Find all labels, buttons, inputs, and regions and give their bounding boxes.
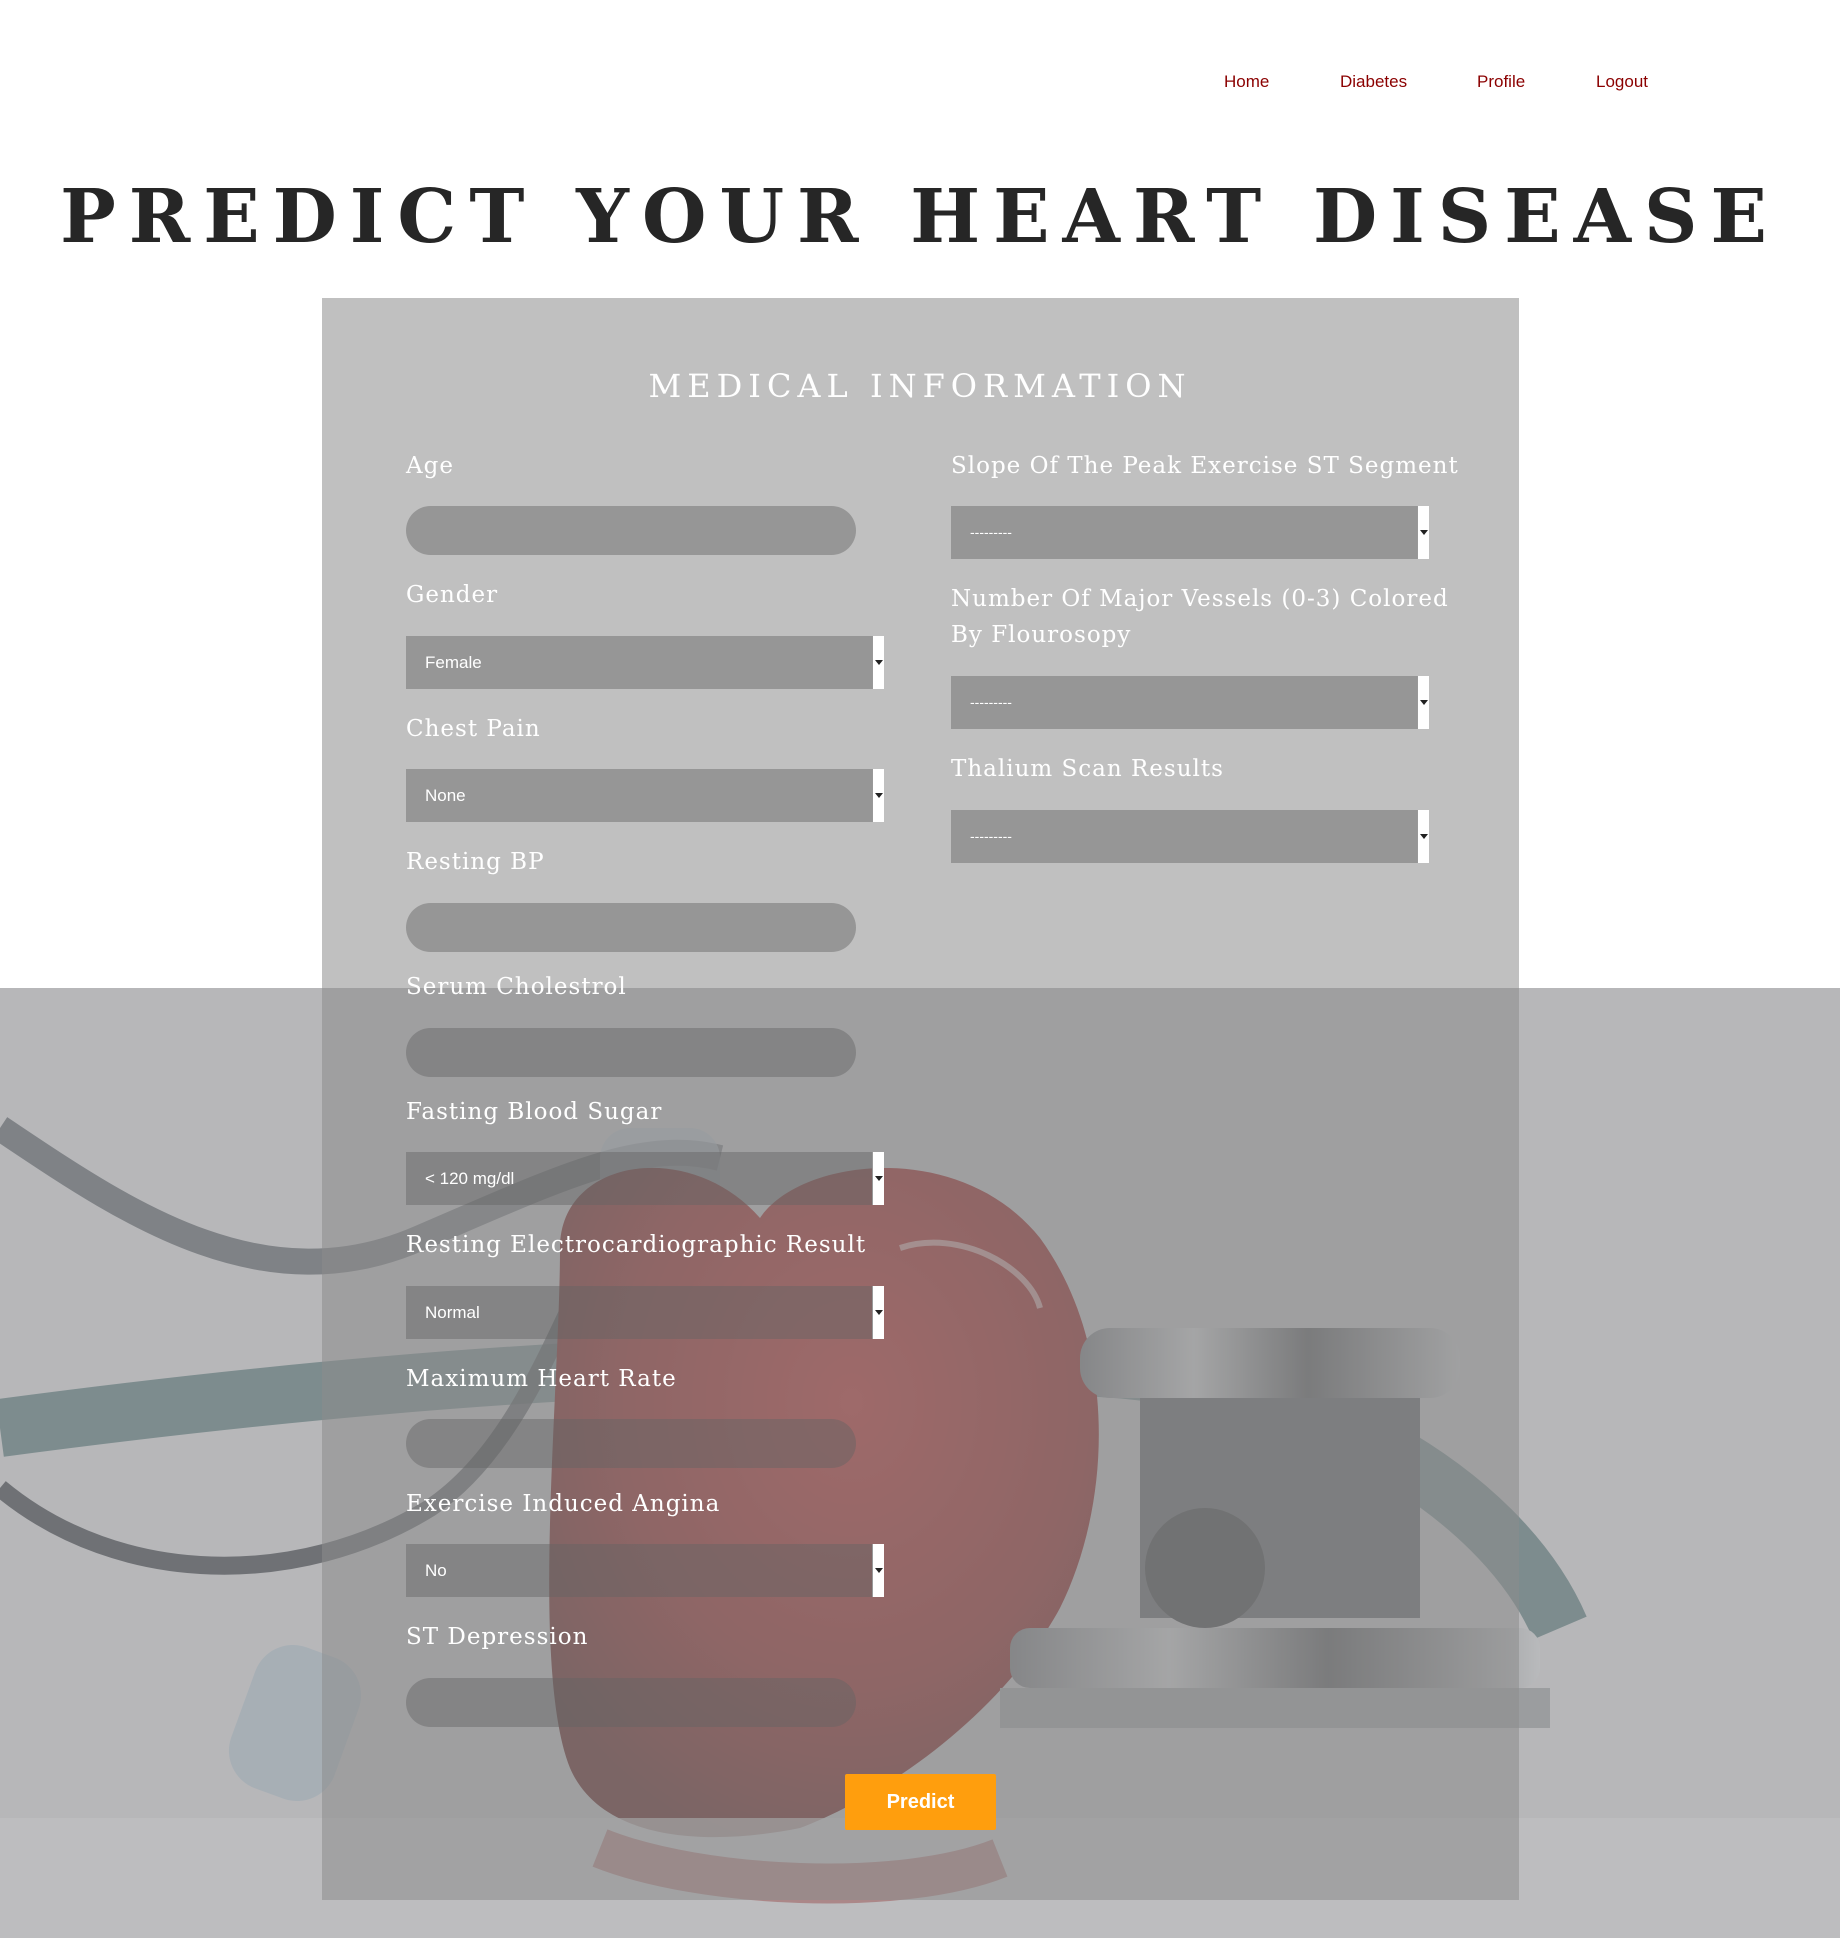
gender-select-value: Female <box>425 653 482 672</box>
max-heart-rate-label: Maximum Heart Rate <box>406 1366 677 1392</box>
slope-select[interactable]: --------- <box>951 506 1429 559</box>
resting-bp-input[interactable] <box>406 903 856 952</box>
major-vessels-label-line2: By Flourosopy <box>951 622 1132 648</box>
nav-home-link[interactable]: Home <box>1224 72 1269 92</box>
resting-ecg-select-value: Normal <box>425 1303 480 1322</box>
chevron-down-icon[interactable] <box>1417 810 1429 863</box>
chest-pain-select[interactable]: None <box>406 769 884 822</box>
serum-cholestrol-input[interactable] <box>406 1028 856 1077</box>
resting-bp-label: Resting BP <box>406 849 545 875</box>
max-heart-rate-input[interactable] <box>406 1419 856 1468</box>
nav-profile-link[interactable]: Profile <box>1477 72 1525 92</box>
predict-button[interactable]: Predict <box>845 1774 996 1830</box>
page-title: PREDICT YOUR HEART DISEASE <box>60 174 1780 260</box>
chevron-down-icon[interactable] <box>1417 506 1429 559</box>
major-vessels-select-value: --------- <box>970 694 1012 710</box>
chevron-down-icon[interactable] <box>1417 676 1429 729</box>
exercise-angina-label: Exercise Induced Angina <box>406 1491 721 1517</box>
major-vessels-select[interactable]: --------- <box>951 676 1429 729</box>
chevron-down-icon[interactable] <box>872 1286 884 1339</box>
chevron-down-icon[interactable] <box>872 769 884 822</box>
fasting-blood-sugar-select-value: < 120 mg/dl <box>425 1169 515 1188</box>
thalium-label: Thalium Scan Results <box>951 756 1224 782</box>
slope-select-value: --------- <box>970 524 1012 540</box>
st-depression-input[interactable] <box>406 1678 856 1727</box>
nav-diabetes-link[interactable]: Diabetes <box>1340 72 1407 92</box>
fasting-blood-sugar-select[interactable]: < 120 mg/dl <box>406 1152 884 1205</box>
resting-ecg-select[interactable]: Normal <box>406 1286 884 1339</box>
fasting-blood-sugar-label: Fasting Blood Sugar <box>406 1099 663 1125</box>
exercise-angina-select-value: No <box>425 1561 447 1580</box>
resting-ecg-label: Resting Electrocardiographic Result <box>406 1232 867 1258</box>
serum-cholestrol-label: Serum Cholestrol <box>406 974 627 1000</box>
chevron-down-icon[interactable] <box>872 636 884 689</box>
slope-label: Slope Of The Peak Exercise ST Segment <box>951 453 1459 479</box>
chevron-down-icon[interactable] <box>872 1544 884 1597</box>
thalium-select-value: --------- <box>970 828 1012 844</box>
major-vessels-label-line1: Number Of Major Vessels (0-3) Colored <box>951 586 1449 612</box>
chest-pain-label: Chest Pain <box>406 716 541 742</box>
chest-pain-select-value: None <box>425 786 466 805</box>
gender-label: Gender <box>406 582 499 608</box>
exercise-angina-select[interactable]: No <box>406 1544 884 1597</box>
nav-logout-link[interactable]: Logout <box>1596 72 1648 92</box>
chevron-down-icon[interactable] <box>872 1152 884 1205</box>
st-depression-label: ST Depression <box>406 1624 589 1650</box>
gender-select[interactable]: Female <box>406 636 884 689</box>
age-label: Age <box>406 453 454 479</box>
thalium-select[interactable]: --------- <box>951 810 1429 863</box>
age-input[interactable] <box>406 506 856 555</box>
form-title: MEDICAL INFORMATION <box>648 367 1192 405</box>
